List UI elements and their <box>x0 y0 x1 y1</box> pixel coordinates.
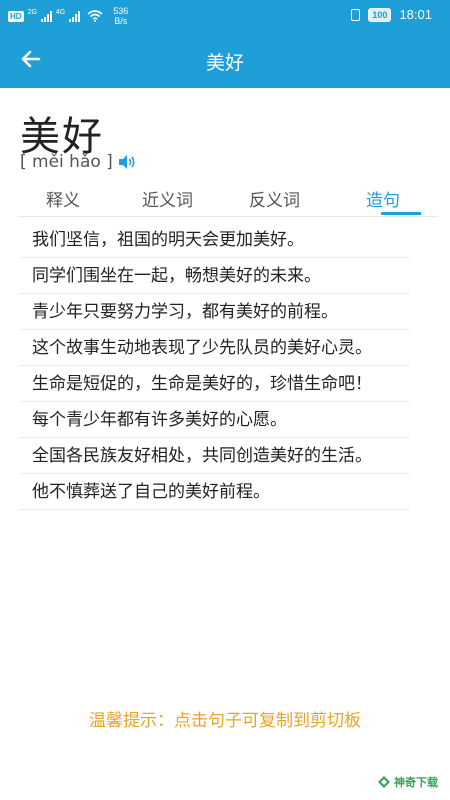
tab-example-sentences[interactable]: 造句 <box>366 186 400 211</box>
sentence-item[interactable]: 这个故事生动地表现了少先队员的美好心灵。 <box>20 330 410 366</box>
watermark: 神奇下载 <box>377 774 438 790</box>
tab-synonyms[interactable]: 近义词 <box>142 186 193 211</box>
app-bar: 美好 <box>0 30 450 88</box>
network-4g-label: 4G <box>55 8 66 16</box>
sentence-item[interactable]: 他不慎葬送了自己的美好前程。 <box>20 474 410 510</box>
signal-icon <box>69 10 81 22</box>
sentence-item[interactable]: 全国各民族友好相处，共同创造美好的生活。 <box>20 438 410 474</box>
sentence-item[interactable]: 每个青少年都有许多美好的心愿。 <box>20 402 410 438</box>
network-speed-value: 536 <box>113 6 129 16</box>
status-left: HD 2G 4G 536 B/s <box>8 6 128 26</box>
logo-icon <box>378 776 390 788</box>
speaker-icon[interactable] <box>117 153 137 171</box>
copy-tip: 温馨提示：点击句子可复制到剪切板 <box>89 711 361 731</box>
wifi-icon <box>87 10 103 22</box>
tab-bar: 释义 近义词 反义词 造句 <box>18 180 438 217</box>
tab-antonyms[interactable]: 反义词 <box>249 186 300 211</box>
status-right: 100 18:01 <box>351 7 432 22</box>
network-speed-unit: B/s <box>114 16 128 26</box>
battery-icon: 100 <box>368 7 392 22</box>
tab-active-indicator <box>381 212 421 215</box>
sentence-item[interactable]: 同学们围坐在一起，畅想美好的未来。 <box>20 258 410 294</box>
status-bar: HD 2G 4G 536 B/s 100 18:01 <box>0 0 450 30</box>
page-title: 美好 <box>205 52 244 74</box>
sentence-item[interactable]: 生命是短促的，生命是美好的，珍惜生命吧！ <box>20 366 410 402</box>
tab-definition[interactable]: 释义 <box>46 186 80 211</box>
status-time: 18:01 <box>399 7 432 22</box>
watermark-text: 神奇下载 <box>394 776 438 789</box>
hd-badge: HD <box>8 10 24 22</box>
network-speed: 536 B/s <box>113 6 128 26</box>
network-2g-label: 2G <box>27 8 37 16</box>
sentence-item[interactable]: 青少年只要努力学习，都有美好的前程。 <box>20 294 410 330</box>
pinyin-row: [ měi hǎo ] <box>20 152 137 172</box>
sentence-item[interactable]: 我们坚信，祖国的明天会更加美好。 <box>20 222 410 258</box>
sentence-list: 我们坚信，祖国的明天会更加美好。 同学们围坐在一起，畅想美好的未来。 青少年只要… <box>20 222 410 510</box>
signal-icon <box>40 10 52 22</box>
pinyin-text: [ měi hǎo ] <box>20 152 113 172</box>
vibrate-icon <box>351 8 361 21</box>
